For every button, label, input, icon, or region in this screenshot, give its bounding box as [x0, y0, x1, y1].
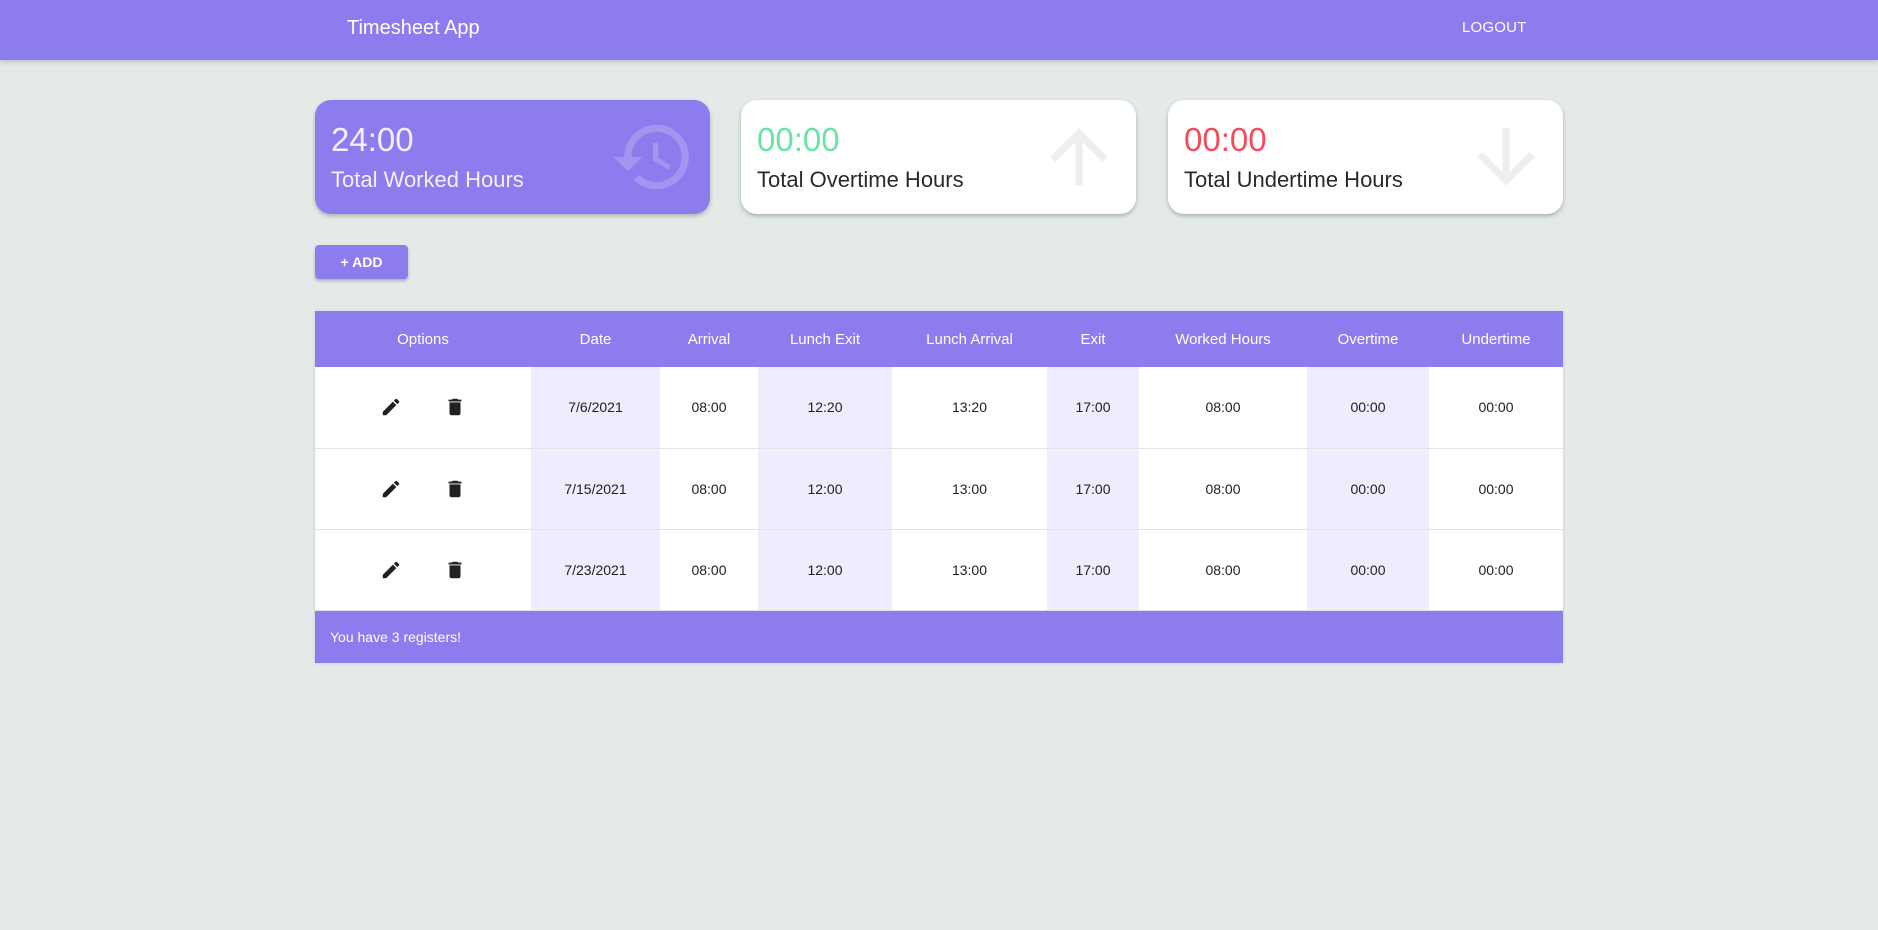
date-cell: 7/6/2021 [531, 367, 660, 448]
arrow-down-icon [1477, 128, 1535, 186]
overtime-cell: 00:00 [1307, 529, 1429, 610]
lunch-arrival-cell: 13:20 [951, 399, 988, 416]
overtime-cell: 00:00 [1307, 367, 1429, 448]
total-worked-hours-card: 24:00 Total Worked Hours [315, 100, 710, 214]
arrival-cell: 08:00 [691, 399, 727, 416]
lunch-exit-cell: 12:20 [758, 367, 892, 448]
table-footer-registers-count: You have 3 registers! [315, 610, 1563, 663]
lunch-arrival-cell: 13:00 [951, 561, 988, 578]
delete-icon[interactable] [444, 478, 466, 500]
total-overtime-hours-label: Total Overtime Hours [757, 167, 964, 192]
options-cell [315, 448, 531, 529]
header-overtime: Overtime [1337, 330, 1399, 348]
add-button[interactable]: + ADD [315, 245, 408, 279]
app-bar: Timesheet App LOGOUT [0, 0, 1878, 60]
arrow-up-icon [1050, 128, 1108, 186]
table-header-row: Options Date Arrival Lunch Exit Lunch Ar… [315, 311, 1563, 367]
total-undertime-hours-value: 00:00 [1184, 121, 1267, 158]
table-row: 7/23/2021 08:00 12:00 13:00 17:00 08:00 … [315, 529, 1563, 610]
total-worked-hours-value: 24:00 [331, 121, 414, 158]
total-overtime-hours-card: 00:00 Total Overtime Hours [741, 100, 1136, 214]
worked-hours-cell: 08:00 [1205, 399, 1241, 416]
header-arrival: Arrival [687, 330, 731, 348]
header-lunch-exit: Lunch Exit [789, 330, 861, 348]
total-undertime-hours-label: Total Undertime Hours [1184, 167, 1403, 192]
delete-icon[interactable] [444, 396, 466, 418]
history-icon [613, 124, 689, 190]
lunch-exit-cell: 12:00 [758, 448, 892, 529]
undertime-cell: 00:00 [1478, 561, 1514, 578]
header-options: Options [397, 330, 449, 348]
header-exit: Exit [1080, 330, 1106, 348]
edit-icon[interactable] [380, 396, 402, 418]
worked-hours-cell: 08:00 [1205, 480, 1241, 497]
delete-icon[interactable] [444, 559, 466, 581]
total-worked-hours-label: Total Worked Hours [331, 167, 524, 192]
exit-cell: 17:00 [1047, 448, 1139, 529]
header-undertime: Undertime [1461, 330, 1531, 348]
header-lunch-arrival: Lunch Arrival [926, 330, 1013, 348]
edit-icon[interactable] [380, 559, 402, 581]
exit-cell: 17:00 [1047, 529, 1139, 610]
edit-icon[interactable] [380, 478, 402, 500]
header-date: Date [579, 330, 612, 348]
logout-button[interactable]: LOGOUT [1462, 19, 1527, 36]
worked-hours-cell: 08:00 [1205, 561, 1241, 578]
undertime-cell: 00:00 [1478, 480, 1514, 497]
total-overtime-hours-value: 00:00 [757, 121, 840, 158]
undertime-cell: 00:00 [1478, 399, 1514, 416]
options-cell [315, 529, 531, 610]
overtime-cell: 00:00 [1307, 448, 1429, 529]
arrival-cell: 08:00 [691, 480, 727, 497]
app-title: Timesheet App [347, 17, 480, 39]
table-row: 7/6/2021 08:00 12:20 13:20 17:00 08:00 0… [315, 367, 1563, 448]
timesheet-table: Options Date Arrival Lunch Exit Lunch Ar… [315, 311, 1563, 663]
lunch-arrival-cell: 13:00 [951, 480, 988, 497]
date-cell: 7/15/2021 [531, 448, 660, 529]
exit-cell: 17:00 [1047, 367, 1139, 448]
lunch-exit-cell: 12:00 [758, 529, 892, 610]
date-cell: 7/23/2021 [531, 529, 660, 610]
header-worked-hours: Worked Hours [1175, 330, 1271, 348]
arrival-cell: 08:00 [691, 561, 727, 578]
options-cell [315, 367, 531, 448]
total-undertime-hours-card: 00:00 Total Undertime Hours [1168, 100, 1563, 214]
table-row: 7/15/2021 08:00 12:00 13:00 17:00 08:00 … [315, 448, 1563, 529]
